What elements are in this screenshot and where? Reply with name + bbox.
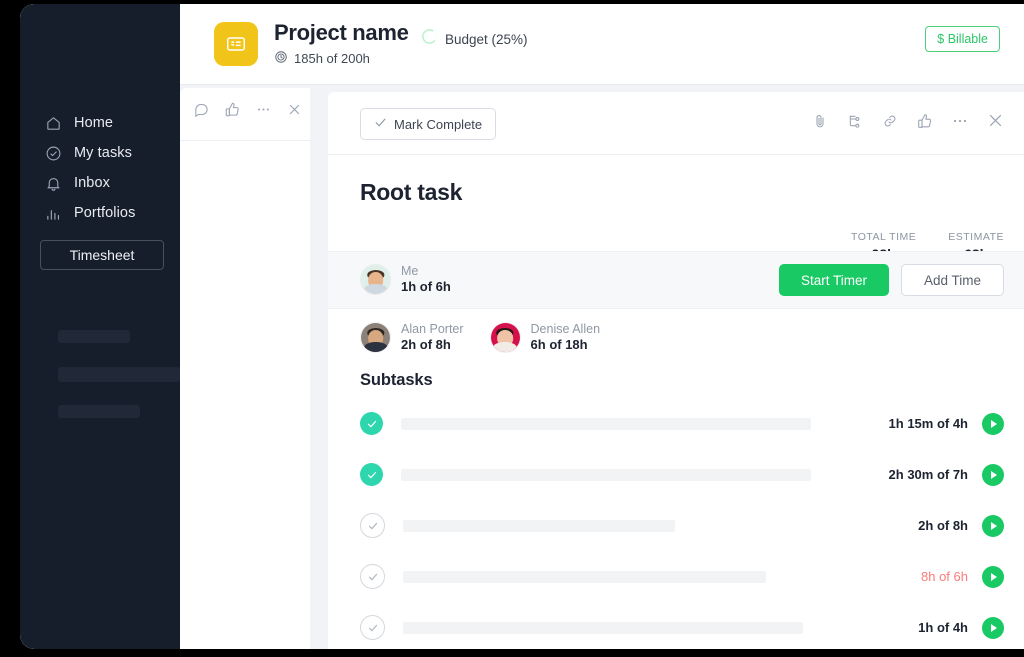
me-person: Me 1h of 6h: [360, 264, 451, 297]
mark-complete-button[interactable]: Mark Complete: [360, 108, 496, 140]
timesheet-label: Timesheet: [70, 247, 135, 263]
subtask-title-placeholder: [401, 469, 811, 481]
subtask-title-placeholder: [403, 571, 766, 583]
timesheet-button[interactable]: Timesheet: [40, 240, 164, 270]
background-panel-icons: [194, 102, 302, 122]
sidebar-nav: Home My tasks Inbox: [44, 108, 174, 270]
panel-gap-strip: [310, 88, 328, 649]
thumbs-up-icon[interactable]: [917, 113, 933, 129]
sidebar-item-label: Portfolios: [74, 205, 135, 221]
add-time-button[interactable]: Add Time: [901, 264, 1004, 296]
budget-indicator: Budget (25%): [421, 28, 528, 50]
bell-icon: [44, 174, 62, 192]
subtask-time: 1h of 4h: [918, 620, 968, 635]
bar-chart-icon: [44, 204, 62, 222]
app-window: Home My tasks Inbox: [20, 4, 1024, 649]
subtask-play-button[interactable]: [982, 464, 1004, 486]
subtask-play-button[interactable]: [982, 413, 1004, 435]
sidebar-item-label: My tasks: [74, 145, 132, 161]
task-detail-panel: Mark Complete: [328, 92, 1024, 649]
subtask-time: 2h 30m of 7h: [889, 467, 968, 482]
background-panel-header: [180, 88, 310, 141]
ellipsis-icon[interactable]: [256, 102, 271, 122]
comment-icon[interactable]: [194, 102, 209, 122]
start-timer-button[interactable]: Start Timer: [779, 264, 889, 296]
subtask-checkbox-checked[interactable]: [360, 412, 383, 435]
sidebar-placeholder-block: [58, 367, 180, 382]
subtask-title-placeholder: [403, 622, 803, 634]
task-header-actions: [812, 112, 1004, 129]
subtask-play-button[interactable]: [982, 617, 1004, 639]
sidebar-placeholder-block: [58, 330, 130, 343]
project-hours-label: 185h of 200h: [294, 51, 370, 66]
mark-complete-label: Mark Complete: [394, 117, 482, 132]
subtask-play-button[interactable]: [982, 566, 1004, 588]
subtasks-heading: Subtasks: [328, 371, 1024, 390]
subtask-checkbox-unchecked[interactable]: [360, 615, 385, 640]
person-name: Alan Porter: [401, 322, 464, 338]
avatar: [360, 322, 391, 353]
ellipsis-icon[interactable]: [952, 113, 968, 129]
app-root: Home My tasks Inbox: [0, 0, 1024, 657]
subtask-row[interactable]: 1h of 4h: [328, 602, 1024, 649]
project-header: Project name Budget (25%) 185h of 200h $…: [180, 4, 1024, 85]
check-circle-icon: [44, 144, 62, 162]
person-name: Me: [401, 264, 451, 280]
subtask-title-placeholder: [401, 418, 811, 430]
avatar: [490, 322, 521, 353]
assignee-item[interactable]: Alan Porter 2h of 8h: [360, 322, 464, 355]
subtask-time: 2h of 8h: [918, 518, 968, 533]
subtask-time: 1h 15m of 4h: [889, 416, 968, 431]
subtask-icon[interactable]: [847, 113, 863, 129]
sidebar-item-my-tasks[interactable]: My tasks: [44, 138, 174, 168]
clock-icon: [274, 50, 288, 67]
task-title-row: Root task TOTAL TIME 28h ESTIMATE 68h: [328, 155, 1024, 251]
paperclip-icon[interactable]: [812, 113, 828, 129]
thumbs-up-icon[interactable]: [225, 102, 240, 122]
my-time-row: Me 1h of 6h Start Timer Add Time: [328, 251, 1024, 309]
sidebar-item-label: Home: [74, 115, 113, 131]
person-time: 2h of 8h: [401, 337, 464, 354]
subtask-list: 1h 15m of 4h 2h 30m of 7h 2h of 8h 8h of 6h…: [328, 398, 1024, 649]
subtask-row[interactable]: 8h of 6h: [328, 551, 1024, 602]
link-icon[interactable]: [882, 113, 898, 129]
check-icon: [374, 116, 387, 132]
close-icon[interactable]: [287, 102, 302, 122]
person-name: Denise Allen: [531, 322, 601, 338]
assignee-list: Alan Porter 2h of 8h Denise Allen: [328, 309, 1024, 367]
budget-label: Budget (25%): [445, 32, 528, 47]
subtask-row[interactable]: 1h 15m of 4h: [328, 398, 1024, 449]
sidebar-item-home[interactable]: Home: [44, 108, 174, 138]
background-task-panel: [180, 88, 310, 649]
subtask-checkbox-unchecked[interactable]: [360, 513, 385, 538]
subtask-title-placeholder: [403, 520, 675, 532]
task-title: Root task: [360, 179, 462, 206]
sidebar: Home My tasks Inbox: [20, 4, 180, 649]
subtask-checkbox-checked[interactable]: [360, 463, 383, 486]
subtask-checkbox-unchecked[interactable]: [360, 564, 385, 589]
person-time: 6h of 18h: [531, 337, 601, 354]
subtask-row[interactable]: 2h 30m of 7h: [328, 449, 1024, 500]
task-detail-header: Mark Complete: [328, 92, 1024, 155]
sidebar-item-label: Inbox: [74, 175, 110, 191]
budget-ring-icon: [421, 28, 438, 50]
sidebar-item-portfolios[interactable]: Portfolios: [44, 198, 174, 228]
sidebar-placeholder-block: [58, 405, 140, 418]
assignee-item[interactable]: Denise Allen 6h of 18h: [490, 322, 601, 355]
project-board-icon: [214, 22, 258, 66]
person-time: 1h of 6h: [401, 279, 451, 296]
subtask-play-button[interactable]: [982, 515, 1004, 537]
stat-label: TOTAL TIME: [851, 231, 916, 243]
sidebar-item-inbox[interactable]: Inbox: [44, 168, 174, 198]
subtask-row[interactable]: 2h of 8h: [328, 500, 1024, 551]
subtask-time: 8h of 6h: [921, 569, 968, 584]
project-hours: 185h of 200h: [274, 50, 370, 67]
billable-badge[interactable]: $ Billable: [925, 26, 1000, 52]
home-icon: [44, 114, 62, 132]
avatar: [360, 264, 391, 295]
stat-label: ESTIMATE: [948, 231, 1004, 243]
page-title: Project name: [274, 20, 409, 46]
close-icon[interactable]: [987, 112, 1004, 129]
